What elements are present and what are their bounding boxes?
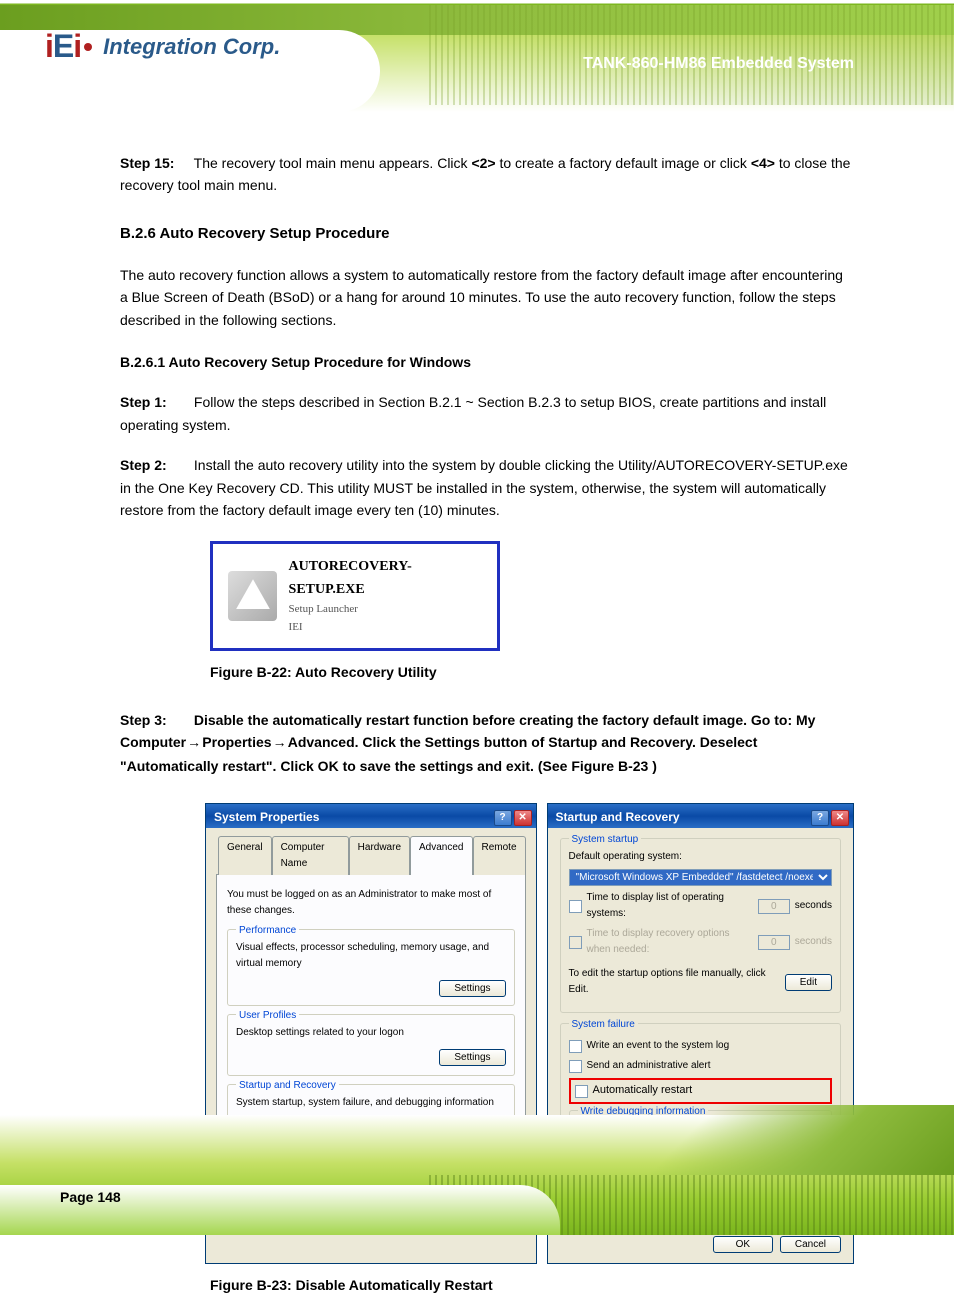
footer-banner: Page 148: [0, 1115, 954, 1235]
tab-computer-name[interactable]: Computer Name: [272, 836, 349, 875]
system-startup-group: System startup Default operating system:…: [560, 838, 841, 1014]
cancel-button[interactable]: Cancel: [780, 1236, 841, 1253]
icon-text: AUTORECOVERY-SETUP.EXE Setup Launcher IE…: [289, 556, 482, 636]
installer-icon: [228, 571, 277, 621]
time-recovery-label: Time to display recovery options when ne…: [587, 926, 753, 958]
step-label: Step 1:: [120, 391, 190, 413]
step-1: Step 1: Follow the steps described in Se…: [120, 391, 854, 436]
section-title-2: B.2.6.1 Auto Recovery Setup Procedure fo…: [120, 351, 854, 373]
time-list-label: Time to display list of operating system…: [587, 890, 753, 922]
logo-dot: [84, 43, 92, 51]
group-desc: Desktop settings related to your logon: [236, 1025, 506, 1041]
group-title: User Profiles: [236, 1008, 299, 1024]
arrow-icon: →: [275, 736, 283, 752]
logo-text: Integration Corp.: [103, 34, 280, 60]
step-15-btn1: <2>: [471, 155, 495, 171]
logo: iEi Integration Corp.: [45, 28, 280, 65]
dialog-title: System Properties: [214, 808, 319, 827]
default-os-label: Default operating system:: [569, 849, 832, 865]
arrow-icon: →: [190, 736, 198, 752]
step-3: Step 3: Disable the automatically restar…: [120, 709, 854, 778]
step-label: Step 3:: [120, 709, 190, 731]
step-2-text: Install the auto recovery utility into t…: [120, 457, 848, 518]
auto-restart-label: Automatically restart: [593, 1082, 693, 1100]
help-button[interactable]: ?: [811, 810, 829, 826]
group-title: Performance: [236, 923, 299, 939]
group-title: System startup: [569, 832, 642, 848]
edit-label: To edit the startup options file manuall…: [569, 966, 780, 998]
tab-general[interactable]: General: [218, 836, 272, 875]
time-recovery-spinner: [758, 935, 790, 950]
close-button[interactable]: ✕: [514, 810, 532, 826]
tab-hardware[interactable]: Hardware: [349, 836, 410, 875]
step-2: Step 2: Install the auto recovery utilit…: [120, 454, 854, 521]
footer-swoosh-right: [514, 1105, 954, 1175]
admin-note: You must be logged on as an Administrato…: [227, 887, 515, 919]
dialog-title: Startup and Recovery: [556, 808, 680, 827]
time-list-spinner[interactable]: [758, 899, 790, 914]
titlebar: System Properties ? ✕: [206, 804, 536, 828]
icon-sub2: IEI: [289, 619, 482, 637]
write-event-label: Write an event to the system log: [587, 1038, 730, 1054]
checkbox-write-event[interactable]: [569, 1040, 582, 1053]
tab-remote[interactable]: Remote: [473, 836, 526, 875]
page-number: Page 148: [60, 1189, 121, 1205]
help-button[interactable]: ?: [494, 810, 512, 826]
performance-settings-button[interactable]: Settings: [439, 980, 505, 997]
icon-filename: AUTORECOVERY-SETUP.EXE: [289, 556, 482, 601]
titlebar: Startup and Recovery ? ✕: [548, 804, 853, 828]
icon-sub1: Setup Launcher: [289, 601, 482, 619]
intro-text: The auto recovery function allows a syst…: [120, 264, 854, 331]
checkbox-auto-restart[interactable]: [575, 1085, 588, 1098]
step-label: Step 15:: [120, 152, 190, 174]
auto-restart-highlight: Automatically restart: [569, 1078, 832, 1104]
group-desc: System startup, system failure, and debu…: [236, 1095, 506, 1111]
step-15: Step 15: The recovery tool main menu app…: [120, 152, 854, 197]
step-15-text-b: to create a factory default image or cli…: [499, 155, 750, 171]
step-15-btn2: <4>: [751, 155, 775, 171]
header-banner: iEi Integration Corp. TANK-860-HM86 Embe…: [0, 0, 954, 112]
checkbox-admin-alert[interactable]: [569, 1060, 582, 1073]
figure-caption-2: Figure B-23: Disable Automatically Resta…: [210, 1274, 854, 1296]
tab-advanced[interactable]: Advanced: [410, 836, 472, 875]
checkbox-time-list[interactable]: [569, 900, 582, 913]
step-1-text: Follow the steps described in Section B.…: [120, 394, 826, 432]
section-title: B.2.6 Auto Recovery Setup Procedure: [120, 222, 854, 246]
default-os-select[interactable]: "Microsoft Windows XP Embedded" /fastdet…: [569, 869, 832, 886]
group-desc: Visual effects, processor scheduling, me…: [236, 940, 506, 972]
autorecovery-icon-figure: AUTORECOVERY-SETUP.EXE Setup Launcher IE…: [210, 541, 500, 651]
logo-iei: iEi: [45, 28, 81, 65]
step-3-figref: Figure B-23: [571, 758, 648, 774]
figure-caption-1: Figure B-22: Auto Recovery Utility: [210, 661, 854, 683]
edit-button[interactable]: Edit: [785, 974, 832, 991]
checkbox-time-recovery: [569, 936, 582, 949]
step-3-text-b: Properties: [202, 734, 275, 750]
user-profiles-group: User Profiles Desktop settings related t…: [227, 1014, 515, 1076]
group-title: Startup and Recovery: [236, 1078, 339, 1094]
group-title: System failure: [569, 1017, 638, 1033]
performance-group: Performance Visual effects, processor sc…: [227, 929, 515, 1007]
close-button[interactable]: ✕: [831, 810, 849, 826]
ok-button[interactable]: OK: [713, 1236, 773, 1253]
step-label: Step 2:: [120, 454, 190, 476]
user-profiles-settings-button[interactable]: Settings: [439, 1049, 505, 1066]
seconds-label: seconds: [795, 898, 832, 914]
seconds-label: seconds: [795, 934, 832, 950]
step-3-text-d: ): [652, 758, 657, 774]
doc-title: TANK-860-HM86 Embedded System: [583, 55, 854, 73]
step-15-text-a: The recovery tool main menu appears. Cli…: [194, 155, 472, 171]
admin-alert-label: Send an administrative alert: [587, 1058, 711, 1074]
tab-strip: General Computer Name Hardware Advanced …: [216, 836, 526, 875]
